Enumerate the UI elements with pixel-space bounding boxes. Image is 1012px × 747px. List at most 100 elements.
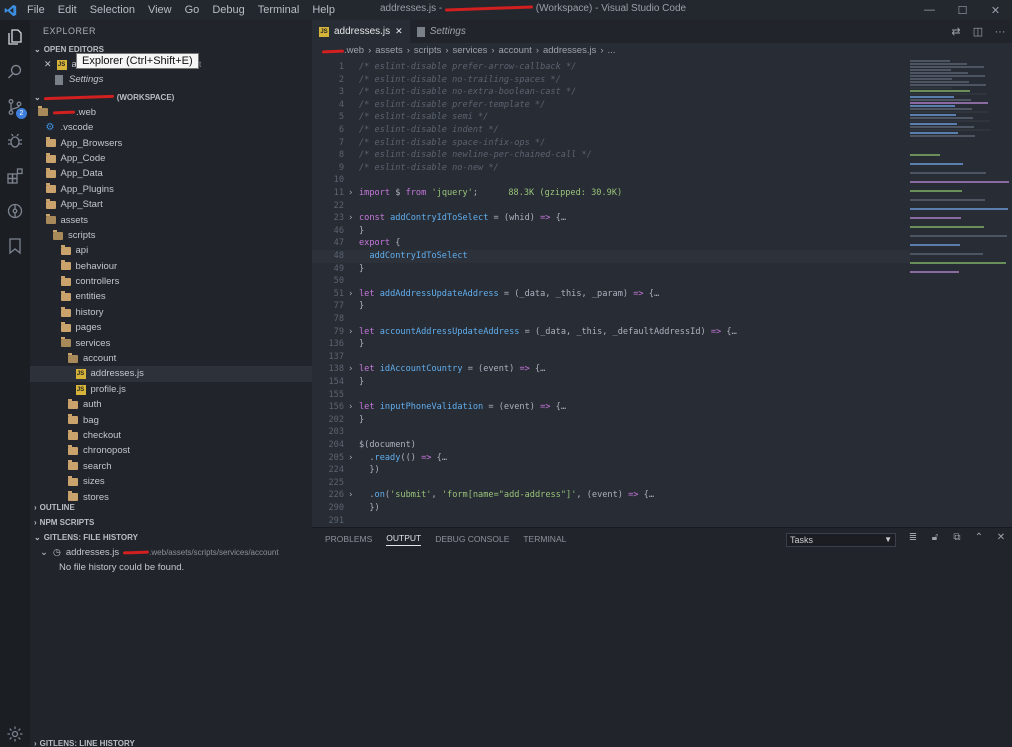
tree-folder[interactable]: pages (30, 320, 312, 335)
code-line[interactable]: 78 (312, 313, 910, 326)
code-line[interactable]: 3 /* eslint-disable no-extra-boolean-cast… (312, 86, 910, 99)
code-line[interactable]: 205 › .ready(() => {… (312, 452, 910, 465)
tree-file[interactable]: JS profile.js (30, 382, 312, 397)
code-line[interactable]: 136} (312, 338, 910, 351)
tree-folder[interactable]: App_Data (30, 166, 312, 181)
history-file-item[interactable]: ⌄ ◷ addresses.js .web/assets/scripts/ser… (30, 545, 312, 560)
tree-folder[interactable]: controllers (30, 274, 312, 289)
gear-icon[interactable] (0, 719, 30, 747)
fold-chevron-icon[interactable]: › (348, 489, 353, 502)
fold-chevron-icon[interactable]: › (348, 452, 353, 465)
code-line[interactable]: 226 › .on('submit', 'form[name="add-addre… (312, 489, 910, 502)
file-history-header[interactable]: ⌄ GITLENS: FILE HISTORY (30, 530, 312, 545)
code-line[interactable]: 5 /* eslint-disable semi */ (312, 111, 910, 124)
menu-file[interactable]: File (27, 4, 45, 16)
tree-folder[interactable]: scripts (30, 228, 312, 243)
code-line[interactable]: 50 (312, 275, 910, 288)
bookmark-icon[interactable] (0, 231, 30, 261)
tree-folder[interactable]: bag (30, 413, 312, 428)
close-icon[interactable]: ✕ (44, 57, 52, 72)
code-line[interactable]: 154} (312, 376, 910, 389)
tree-folder[interactable]: history (30, 305, 312, 320)
extensions-icon[interactable] (0, 161, 30, 191)
lock-icon[interactable]: 🔓︎ (928, 532, 942, 543)
more-actions-icon[interactable]: ··· (992, 26, 1008, 38)
tree-folder[interactable]: sizes (30, 474, 312, 489)
outline-header[interactable]: › OUTLINE (30, 500, 312, 515)
code-line[interactable]: 46} (312, 225, 910, 238)
tree-folder[interactable]: entities (30, 289, 312, 304)
close-icon[interactable]: ✕ (395, 26, 403, 37)
close-panel-icon[interactable]: ✕ (994, 532, 1008, 543)
code-line[interactable]: 2 /* eslint-disable no-trailing-spaces */ (312, 74, 910, 87)
code-line[interactable]: 11 › import $ from 'jquery'; 88.3K (gzippe… (312, 187, 910, 200)
tree-folder[interactable]: search (30, 459, 312, 474)
menu-debug[interactable]: Debug (212, 4, 244, 16)
workspace-header[interactable]: ⌄ (WORKSPACE) (30, 90, 312, 105)
tree-folder[interactable]: services (30, 336, 312, 351)
code-line[interactable]: 138 › let idAccountCountry = (event) => {… (312, 363, 910, 376)
tree-folder[interactable]: checkout (30, 428, 312, 443)
code-line[interactable]: 137 (312, 351, 910, 364)
tree-folder[interactable]: auth (30, 397, 312, 412)
maximize-button[interactable]: ☐ (946, 0, 979, 20)
code-line[interactable]: 48 addContryIdToSelect (312, 250, 910, 263)
tree-folder[interactable]: account (30, 351, 312, 366)
code-line[interactable]: 79 › let accountAddressUpdateAddress = (_d… (312, 326, 910, 339)
code-line[interactable]: 225 (312, 477, 910, 490)
menu-edit[interactable]: Edit (58, 4, 77, 16)
tab-addresses-js[interactable]: JS addresses.js ✕ (312, 20, 410, 43)
code-line[interactable]: 1 /* eslint-disable prefer-arrow-callback… (312, 61, 910, 74)
minimap[interactable] (910, 58, 1012, 527)
code-line[interactable]: 291 (312, 515, 910, 527)
open-editor-item[interactable]: Settings (30, 72, 312, 87)
line-history-header[interactable]: › GITLENS: LINE HISTORY (30, 736, 312, 747)
code-line[interactable]: 290 }) (312, 502, 910, 515)
clear-output-icon[interactable]: ≣ (906, 532, 920, 543)
fold-chevron-icon[interactable]: › (348, 363, 353, 376)
tree-folder[interactable]: App_Start (30, 197, 312, 212)
fold-chevron-icon[interactable]: › (348, 187, 353, 200)
code-line[interactable]: 51 › let addAddressUpdateAddress = (_data,… (312, 288, 910, 301)
tree-folder[interactable]: chronopost (30, 443, 312, 458)
code-line[interactable]: 7 /* eslint-disable space-infix-ops */ (312, 137, 910, 150)
split-editor-icon[interactable]: ◫ (970, 25, 986, 38)
code-line[interactable]: 204 $(document) (312, 439, 910, 452)
search-icon[interactable] (0, 57, 30, 87)
fold-chevron-icon[interactable]: › (348, 326, 353, 339)
tree-file[interactable]: JS addresses.js (30, 366, 312, 382)
tree-folder[interactable]: behaviour (30, 259, 312, 274)
tab-problems[interactable]: PROBLEMS (325, 534, 372, 544)
code-line[interactable]: 9 /* eslint-disable no-new */ (312, 162, 910, 175)
tab-terminal[interactable]: TERMINAL (523, 534, 566, 544)
explorer-icon[interactable] (0, 22, 30, 52)
menu-help[interactable]: Help (312, 4, 335, 16)
maximize-panel-icon[interactable]: ⌃ (972, 532, 986, 543)
fold-chevron-icon[interactable]: › (348, 401, 353, 414)
code-line[interactable]: 47 export { (312, 237, 910, 250)
tree-file[interactable]: ⚙︎ .vscode (30, 120, 312, 135)
minimize-button[interactable]: — (913, 0, 946, 20)
menu-terminal[interactable]: Terminal (258, 4, 300, 16)
debug-icon[interactable] (0, 126, 30, 156)
tree-folder[interactable]: assets (30, 213, 312, 228)
tree-folder[interactable]: App_Plugins (30, 182, 312, 197)
workspace-root[interactable]: .web (30, 105, 312, 120)
tab-settings[interactable]: Settings (410, 20, 473, 43)
code-line[interactable]: 155 (312, 389, 910, 402)
code-line[interactable]: 202} (312, 414, 910, 427)
menu-view[interactable]: View (148, 4, 172, 16)
npm-scripts-header[interactable]: › NPM SCRIPTS (30, 515, 312, 530)
tree-folder[interactable]: api (30, 243, 312, 258)
tree-folder[interactable]: App_Code (30, 151, 312, 166)
code-line[interactable]: 6 /* eslint-disable indent */ (312, 124, 910, 137)
code-line[interactable]: 22 (312, 200, 910, 213)
menu-selection[interactable]: Selection (90, 4, 135, 16)
output-channel-select[interactable]: Tasks ▼ (786, 533, 896, 547)
compare-icon[interactable]: ⇄ (948, 25, 964, 38)
code-line[interactable]: 8 /* eslint-disable newline-per-chained-c… (312, 149, 910, 162)
code-line[interactable]: 77} (312, 300, 910, 313)
tab-debug-console[interactable]: DEBUG CONSOLE (435, 534, 509, 544)
fold-chevron-icon[interactable]: › (348, 212, 353, 225)
code-line[interactable]: 49} (312, 263, 910, 276)
